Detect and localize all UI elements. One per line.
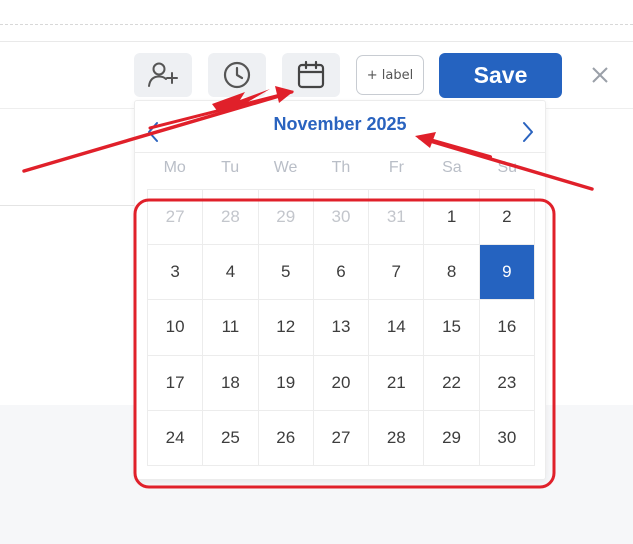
weekday-label: Tu bbox=[221, 159, 240, 176]
day-cell[interactable]: 17 bbox=[148, 355, 204, 411]
day-cell[interactable]: 29 bbox=[258, 190, 314, 246]
day-cell[interactable]: 3 bbox=[148, 245, 204, 301]
day-cell[interactable]: 30 bbox=[479, 410, 535, 466]
day-cell[interactable]: 4 bbox=[203, 245, 259, 301]
day-cell[interactable]: 15 bbox=[424, 300, 480, 356]
day-cell[interactable]: 2 bbox=[479, 190, 535, 246]
add-label-button[interactable]: + label bbox=[356, 55, 424, 95]
chevron-right-icon bbox=[523, 122, 533, 142]
day-cell[interactable]: 12 bbox=[258, 300, 314, 356]
day-cell[interactable]: 27 bbox=[148, 190, 204, 246]
day-grid: 27 28 29 30 31 1 2 3 4 5 6 7 8 9 10 11 12 13 14 15 16 17 18 19 2… bbox=[147, 189, 535, 466]
day-cell[interactable]: 6 bbox=[313, 245, 370, 301]
day-cell[interactable]: 26 bbox=[258, 410, 314, 466]
chevron-left-icon bbox=[148, 122, 158, 142]
day-cell[interactable]: 18 bbox=[203, 355, 259, 411]
day-cell[interactable]: 10 bbox=[148, 300, 204, 356]
day-cell[interactable]: 29 bbox=[424, 410, 480, 466]
weekday-label: Su bbox=[497, 159, 518, 176]
day-cell[interactable]: 11 bbox=[203, 300, 259, 356]
weekday-divider bbox=[135, 152, 545, 153]
day-cell[interactable]: 8 bbox=[424, 245, 480, 301]
weekday-header: Mo Tu We Th Fr Sa Su bbox=[147, 159, 535, 183]
day-cell[interactable]: 1 bbox=[424, 190, 480, 246]
day-cell[interactable]: 14 bbox=[369, 300, 425, 356]
top-dashed-divider bbox=[0, 24, 633, 25]
close-icon bbox=[592, 67, 608, 83]
day-cell[interactable]: 23 bbox=[479, 355, 535, 411]
month-title: November 2025 bbox=[273, 114, 407, 134]
next-month-button[interactable] bbox=[518, 119, 538, 145]
day-cell-selected[interactable]: 9 bbox=[479, 245, 535, 301]
weekday-label: Fr bbox=[388, 159, 404, 176]
calendar-icon bbox=[297, 60, 325, 89]
day-cell[interactable]: 5 bbox=[258, 245, 314, 301]
day-cell[interactable]: 27 bbox=[313, 410, 370, 466]
day-cell[interactable]: 22 bbox=[424, 355, 480, 411]
day-cell[interactable]: 16 bbox=[479, 300, 535, 356]
day-cell[interactable]: 31 bbox=[369, 190, 425, 246]
day-cell[interactable]: 30 bbox=[313, 190, 370, 246]
previous-month-button[interactable] bbox=[143, 119, 163, 145]
add-user-button[interactable] bbox=[134, 53, 192, 97]
section-divider bbox=[0, 205, 135, 206]
close-button[interactable] bbox=[587, 62, 613, 88]
day-cell[interactable]: 28 bbox=[203, 190, 259, 246]
day-cell[interactable]: 24 bbox=[148, 410, 204, 466]
day-cell[interactable]: 19 bbox=[258, 355, 314, 411]
day-cell[interactable]: 28 bbox=[369, 410, 425, 466]
top-divider bbox=[0, 41, 633, 42]
save-button[interactable]: Save bbox=[439, 53, 562, 98]
clock-button[interactable] bbox=[208, 53, 266, 97]
day-cell[interactable]: 21 bbox=[369, 355, 425, 411]
day-cell[interactable]: 7 bbox=[369, 245, 425, 301]
day-cell[interactable]: 13 bbox=[313, 300, 370, 356]
calendar-button[interactable] bbox=[282, 53, 340, 97]
weekday-label: Mo bbox=[163, 159, 186, 176]
day-cell[interactable]: 20 bbox=[313, 355, 370, 411]
clock-icon bbox=[223, 61, 251, 89]
add-user-icon bbox=[148, 62, 178, 87]
weekday-label: We bbox=[273, 159, 298, 176]
weekday-label: Sa bbox=[442, 159, 462, 176]
day-cell[interactable]: 25 bbox=[203, 410, 259, 466]
weekday-label: Th bbox=[331, 159, 351, 176]
